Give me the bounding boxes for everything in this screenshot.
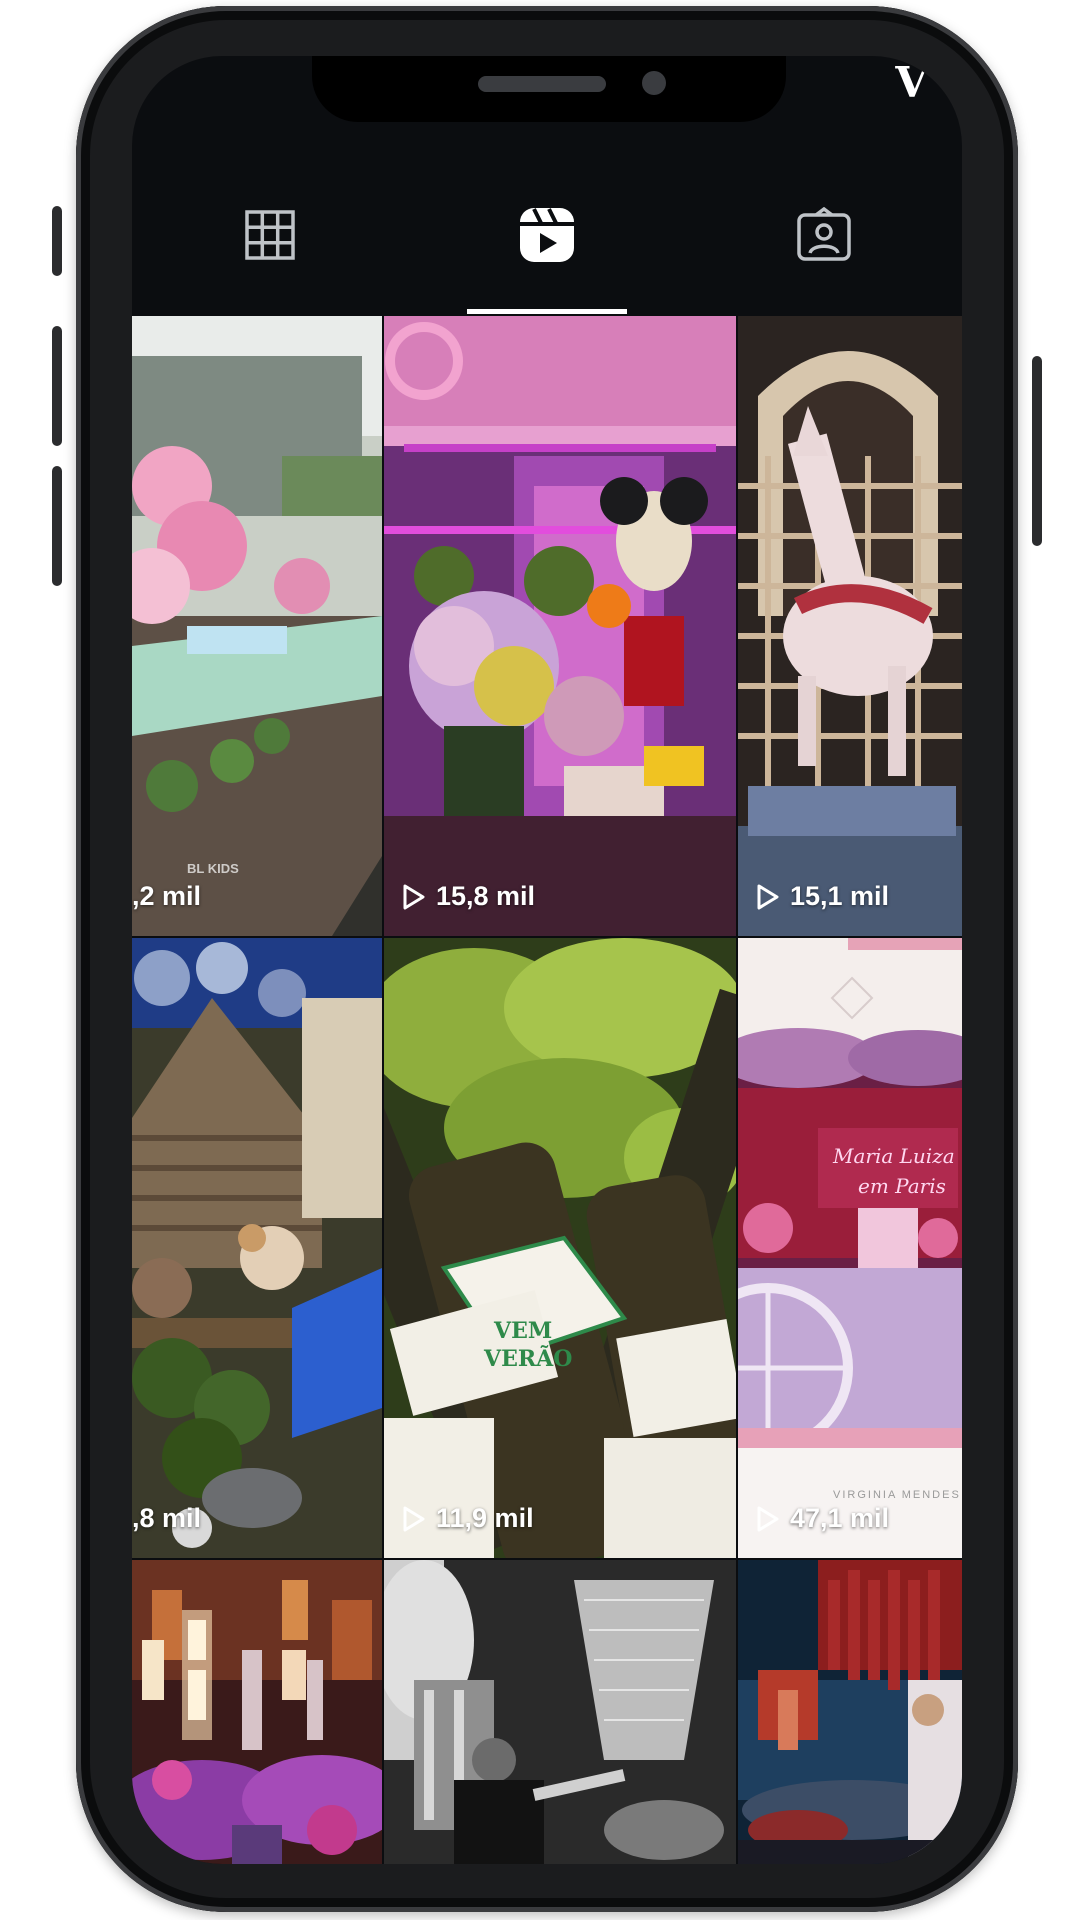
view-count-text: 15,8 mil [436, 881, 536, 911]
reel-tile[interactable]: 15,8 mil [384, 316, 736, 936]
neon-sign-line-1: Maria Luiza [832, 1144, 955, 1168]
view-count-text: ,2 mil [132, 881, 202, 911]
front-camera [642, 71, 666, 95]
reel-thumbnail: Maria Luiza em Paris VIRGINIA MENDES [738, 938, 962, 1558]
reel-thumbnail: VEM VERÃO [384, 938, 736, 1558]
side-button-left-3 [52, 466, 62, 586]
view-count-text: 15,1 mil [790, 881, 890, 911]
view-count: ,8 mil [132, 1503, 201, 1534]
wine-label-line-1: VEM [493, 1318, 552, 1344]
view-count: 15,8 mil [402, 881, 535, 912]
profile-tabs [132, 156, 962, 314]
tab-reels[interactable] [409, 156, 686, 314]
reel-thumbnail [738, 1560, 962, 1864]
play-icon [757, 1506, 779, 1531]
reel-thumbnail [738, 316, 962, 936]
play-icon [757, 884, 779, 909]
reel-tile[interactable]: VEM VERÃO 11,9 mil [384, 938, 736, 1558]
neon-sign-line-2: em Paris [858, 1174, 946, 1198]
play-icon [403, 1506, 425, 1531]
reel-tile[interactable]: BL KIDS ,2 mil [132, 316, 382, 936]
reel-thumbnail [132, 316, 382, 936]
reel-tile[interactable] [384, 1560, 736, 1864]
speaker [478, 76, 606, 92]
grid-icon [245, 210, 296, 260]
reels-grid: BL KIDS ,2 mil 15,8 mil 15,1 mil ,8 mil … [132, 316, 962, 1864]
tab-grid[interactable] [132, 156, 409, 314]
play-icon [403, 884, 425, 909]
reel-tile[interactable] [132, 1560, 382, 1864]
view-count-text: 11,9 mil [436, 1503, 534, 1533]
tagged-icon [796, 207, 851, 261]
watermark: VIRGINIA MENDES [833, 1489, 961, 1501]
reel-thumbnail [132, 1560, 382, 1864]
side-button-left-2 [52, 326, 62, 446]
side-button-left-1 [52, 206, 62, 276]
reel-thumbnail [384, 316, 736, 936]
view-count-text: 47,1 mil [790, 1503, 890, 1533]
reel-tile[interactable]: ,8 mil [132, 938, 382, 1558]
notch [312, 56, 786, 122]
reels-icon [520, 208, 574, 262]
brand-logo: V [895, 58, 928, 107]
side-button-right [1032, 356, 1042, 546]
phone-screen: V BL KIDS ,2 mil 15,8 mil 15,1 mil ,8 mi… [132, 56, 962, 1864]
reel-thumbnail [132, 938, 382, 1558]
view-count: 15,1 mil [756, 881, 889, 912]
view-count: 11,9 mil [402, 1503, 534, 1534]
reel-tile[interactable]: 15,1 mil [738, 316, 962, 936]
view-count: ,2 mil [132, 881, 201, 912]
reel-tile[interactable] [738, 1560, 962, 1864]
view-count: 47,1 mil [756, 1503, 889, 1534]
watermark: BL KIDS [187, 861, 239, 876]
reel-tile[interactable]: Maria Luiza em Paris VIRGINIA MENDES 47,… [738, 938, 962, 1558]
tab-tagged[interactable] [685, 156, 962, 314]
view-count-text: ,8 mil [132, 1503, 202, 1533]
active-tab-indicator [467, 309, 627, 314]
wine-label-line-2: VERÃO [483, 1345, 572, 1372]
reel-thumbnail [384, 1560, 736, 1864]
